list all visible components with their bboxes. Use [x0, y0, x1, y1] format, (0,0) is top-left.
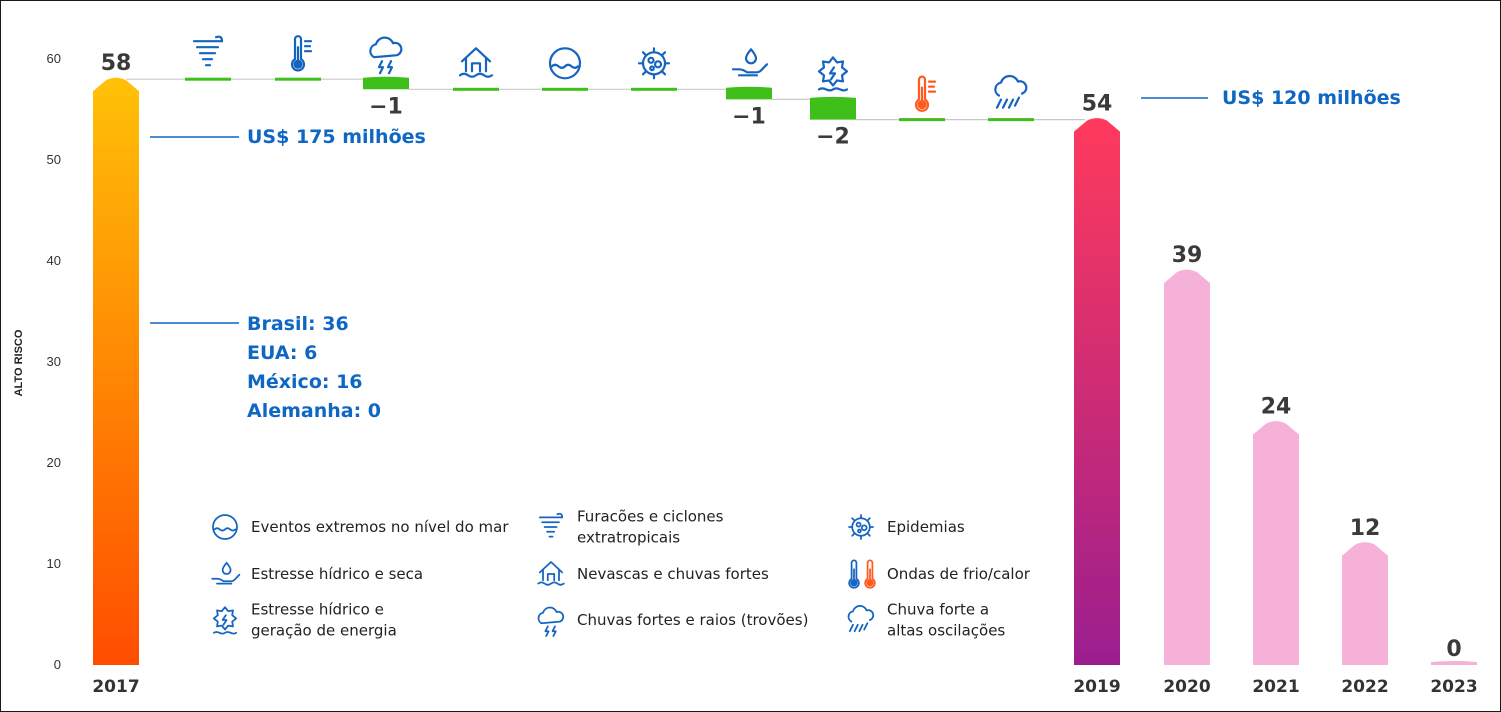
- heavy-rain-icon: [994, 74, 1028, 109]
- step-bar: [185, 77, 231, 81]
- legend-label: altas oscilações: [887, 622, 1005, 640]
- legend-label: Estresse hídrico e: [251, 601, 384, 619]
- bar-2017: [93, 77, 139, 665]
- cold-heat-waves-icon: [848, 559, 860, 589]
- annotation-breakdown-item: EUA: 6: [247, 342, 317, 364]
- x-tick-label: 2020: [1163, 677, 1210, 697]
- step-bar: [275, 77, 321, 81]
- legend-item: Chuva forte a altas oscilações: [847, 601, 1005, 640]
- legend-label: extratropicais: [577, 529, 680, 547]
- step-bar: [631, 87, 677, 91]
- step-bar: [810, 96, 856, 120]
- step-bar: [899, 118, 945, 122]
- legend-label: Chuva forte a: [887, 601, 989, 619]
- y-tick-label: 20: [47, 455, 61, 470]
- waterfall-chart: ALTO RISCO 0 10 20 30 40 50 60 58 2017 54 2019 39 2…: [13, 35, 1478, 697]
- y-tick-label: 40: [47, 253, 61, 268]
- step-change-label: −1: [369, 94, 403, 119]
- y-tick-label: 0: [54, 657, 61, 672]
- step-bar: [453, 87, 499, 91]
- epidemic-virus-icon: [848, 514, 874, 540]
- water-energy-icon: [817, 56, 849, 92]
- legend-item: Eventos extremos no nível do mar: [212, 514, 509, 540]
- y-tick-label: 30: [47, 354, 61, 369]
- epidemic-virus-icon: [637, 47, 671, 80]
- bar-value-label: 39: [1172, 243, 1203, 268]
- cyclone-icon: [192, 35, 224, 67]
- legend-label: Nevascas e chuvas fortes: [577, 565, 769, 583]
- step-bar: [988, 118, 1034, 122]
- water-stress-hand-icon: [211, 561, 241, 585]
- cyclone-icon: [538, 512, 564, 538]
- x-tick-label: 2019: [1073, 677, 1120, 697]
- bar-2021: [1253, 421, 1299, 665]
- bar-2019: [1074, 118, 1120, 666]
- annotation-breakdown-item: México: 16: [247, 371, 363, 393]
- legend-item: Estresse hídrico e geração de energia: [212, 601, 397, 640]
- annotation-breakdown-item: Alemanha: 0: [247, 400, 381, 422]
- legend-label: Estresse hídrico e seca: [251, 565, 423, 583]
- sea-level-icon: [548, 47, 582, 80]
- step-bar: [363, 76, 409, 90]
- step-bar: [542, 87, 588, 91]
- legend-label: Eventos extremos no nível do mar: [251, 518, 509, 536]
- legend-label: Chuvas fortes e raios (trovões): [577, 611, 808, 629]
- bar-value-label: 12: [1350, 516, 1381, 541]
- water-stress-hand-icon: [731, 48, 769, 77]
- legend-item: Furacões e ciclones extratropicais: [538, 508, 724, 547]
- bar-value-label: 24: [1261, 395, 1292, 420]
- bar-value-label: 0: [1446, 637, 1461, 662]
- annotation-cost-2017: US$ 175 milhões: [247, 126, 426, 148]
- storm-lightning-icon: [537, 606, 565, 637]
- y-tick-label: 60: [47, 51, 61, 66]
- y-tick-label: 10: [47, 556, 61, 571]
- annotation-breakdown-item: Brasil: 36: [247, 313, 349, 335]
- heat-thermometer-icon: [864, 559, 876, 589]
- step-bar: [726, 86, 772, 100]
- thermometer-heat-icon: [914, 75, 937, 112]
- flooded-house-icon: [458, 47, 494, 78]
- legend-item: Estresse hídrico e seca: [211, 561, 423, 585]
- x-tick-label: 2022: [1341, 677, 1388, 697]
- step-change-label: −1: [732, 104, 766, 129]
- bar-2022: [1342, 542, 1388, 665]
- legend-item: Chuvas fortes e raios (trovões): [537, 606, 808, 637]
- legend-label: geração de energia: [251, 622, 397, 640]
- legend-label: Epidemias: [887, 518, 965, 536]
- flooded-house-icon: [537, 561, 565, 586]
- bar-value-label: 54: [1082, 92, 1113, 117]
- y-tick-label: 50: [47, 152, 61, 167]
- legend-item: Epidemias: [848, 514, 965, 540]
- x-tick-label: 2023: [1430, 677, 1477, 697]
- sea-level-icon: [212, 514, 238, 540]
- legend-label: Furacões e ciclones: [577, 508, 724, 526]
- step-change-label: −2: [816, 125, 850, 150]
- y-axis-label: ALTO RISCO: [13, 329, 25, 396]
- water-energy-icon: [212, 606, 238, 635]
- chart-frame: ALTO RISCO 0 10 20 30 40 50 60 58 2017 54 2019 39 2…: [0, 0, 1501, 712]
- legend-item: Ondas de frio/calor: [848, 559, 1031, 589]
- bar-2020: [1164, 269, 1210, 665]
- bar-value-label: 58: [101, 51, 132, 76]
- x-tick-label: 2021: [1252, 677, 1299, 697]
- legend-item: Nevascas e chuvas fortes: [537, 561, 769, 586]
- x-tick-label: 2017: [92, 677, 139, 697]
- legend-label: Ondas de frio/calor: [887, 565, 1031, 583]
- annotation-cost-2019: US$ 120 milhões: [1222, 87, 1401, 109]
- storm-lightning-icon: [369, 36, 403, 75]
- thermometer-cold-icon: [290, 35, 313, 72]
- heavy-rain-icon: [847, 605, 875, 633]
